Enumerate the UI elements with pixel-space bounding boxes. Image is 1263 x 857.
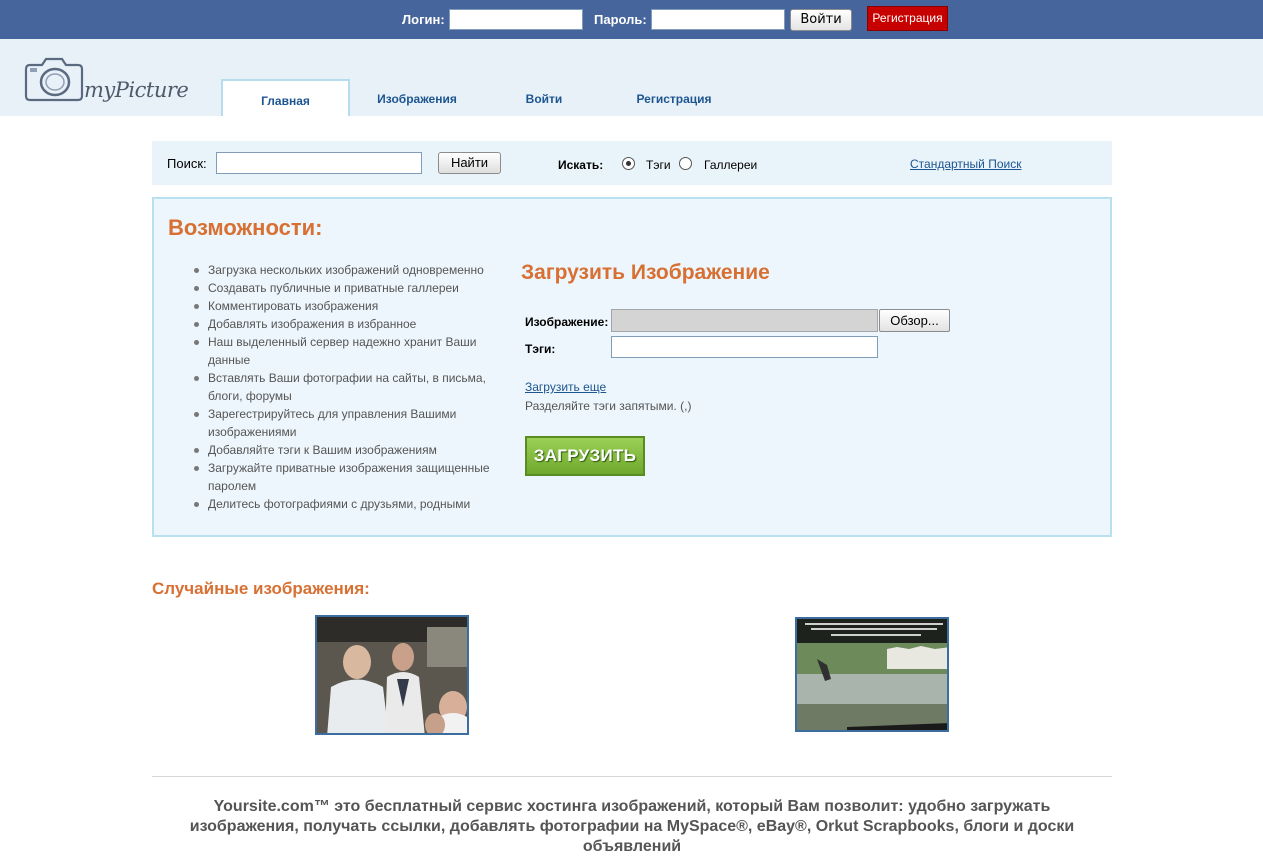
tags-input[interactable] (611, 336, 878, 358)
browse-button[interactable]: Обзор... (879, 309, 950, 332)
standard-search-link[interactable]: Стандартный Поиск (910, 157, 1021, 171)
tags-hint: Разделяйте тэги запятыми. (,) (525, 399, 692, 413)
login-bar: Логин: Пароль: Войти Регистрация (0, 0, 1263, 39)
upload-title: Загрузить Изображение (521, 261, 770, 284)
tab-home[interactable]: Главная (221, 79, 350, 116)
list-item: Создавать публичные и приватные галлереи (194, 279, 504, 297)
password-input[interactable] (651, 9, 785, 30)
login-input[interactable] (449, 9, 583, 30)
features-title: Возможности: (168, 215, 323, 240)
list-item: Загрузка нескольких изображений одноврем… (194, 261, 504, 279)
tab-images[interactable]: Изображения (371, 79, 463, 116)
list-item: Комментировать изображения (194, 297, 504, 315)
tab-register[interactable]: Регистрация (629, 79, 719, 116)
list-item: Добавлять изображения в избранное (194, 315, 504, 333)
list-item: Наш выделенный сервер надежно хранит Ваш… (194, 333, 504, 369)
upload-more-link[interactable]: Загрузить еще (525, 380, 606, 394)
login-label: Логин: (402, 12, 445, 27)
radio-galleries[interactable] (679, 157, 692, 170)
random-image-thumbnail[interactable] (315, 615, 469, 735)
search-button[interactable]: Найти (438, 152, 501, 174)
random-images-title: Случайные изображения: (152, 579, 370, 598)
photo-people-image (317, 617, 467, 733)
list-item: Делитесь фотографиями с друзьями, родным… (194, 495, 504, 513)
camera-logo-icon (24, 57, 84, 102)
image-field-label: Изображение: (525, 315, 609, 329)
site-header: myPicture Главная Изображения Войти Реги… (0, 39, 1263, 116)
search-input[interactable] (216, 152, 422, 174)
upload-submit-button[interactable]: ЗАГРУЗИТЬ (525, 436, 645, 476)
footer-description: Yoursite.com™ это бесплатный сервис хост… (189, 798, 1075, 855)
radio-galleries-label: Галлереи (704, 158, 758, 172)
photo-landscape-image (797, 619, 947, 730)
list-item: Зарегестрируйтесь для управления Вашими … (194, 405, 504, 441)
search-panel: Поиск: Найти Искать: Тэги Галлереи Станд… (152, 141, 1112, 185)
features-list: Загрузка нескольких изображений одноврем… (194, 261, 504, 513)
search-label: Поиск: (167, 156, 207, 171)
list-item: Вставлять Ваши фотографии на сайты, в пи… (194, 369, 504, 405)
footer-divider (152, 776, 1112, 777)
features-upload-box: Возможности: Загрузка нескольких изображ… (152, 197, 1112, 537)
image-file-input[interactable] (611, 309, 878, 332)
random-image-thumbnail[interactable] (795, 617, 949, 732)
search-scope-label: Искать: (558, 158, 604, 172)
logo-text: myPicture (84, 78, 189, 102)
list-item: Добавляйте тэги к Вашим изображениям (194, 441, 504, 459)
tags-field-label: Тэги: (525, 342, 556, 356)
radio-tags-label: Тэги (646, 158, 671, 172)
site-logo[interactable]: myPicture (24, 56, 189, 104)
radio-tags[interactable] (622, 157, 635, 170)
list-item: Загружайте приватные изображения защищен… (194, 459, 504, 495)
login-button[interactable]: Войти (790, 9, 852, 31)
tab-login[interactable]: Войти (519, 79, 569, 116)
register-button[interactable]: Регистрация (867, 6, 948, 31)
password-label: Пароль: (594, 12, 647, 27)
